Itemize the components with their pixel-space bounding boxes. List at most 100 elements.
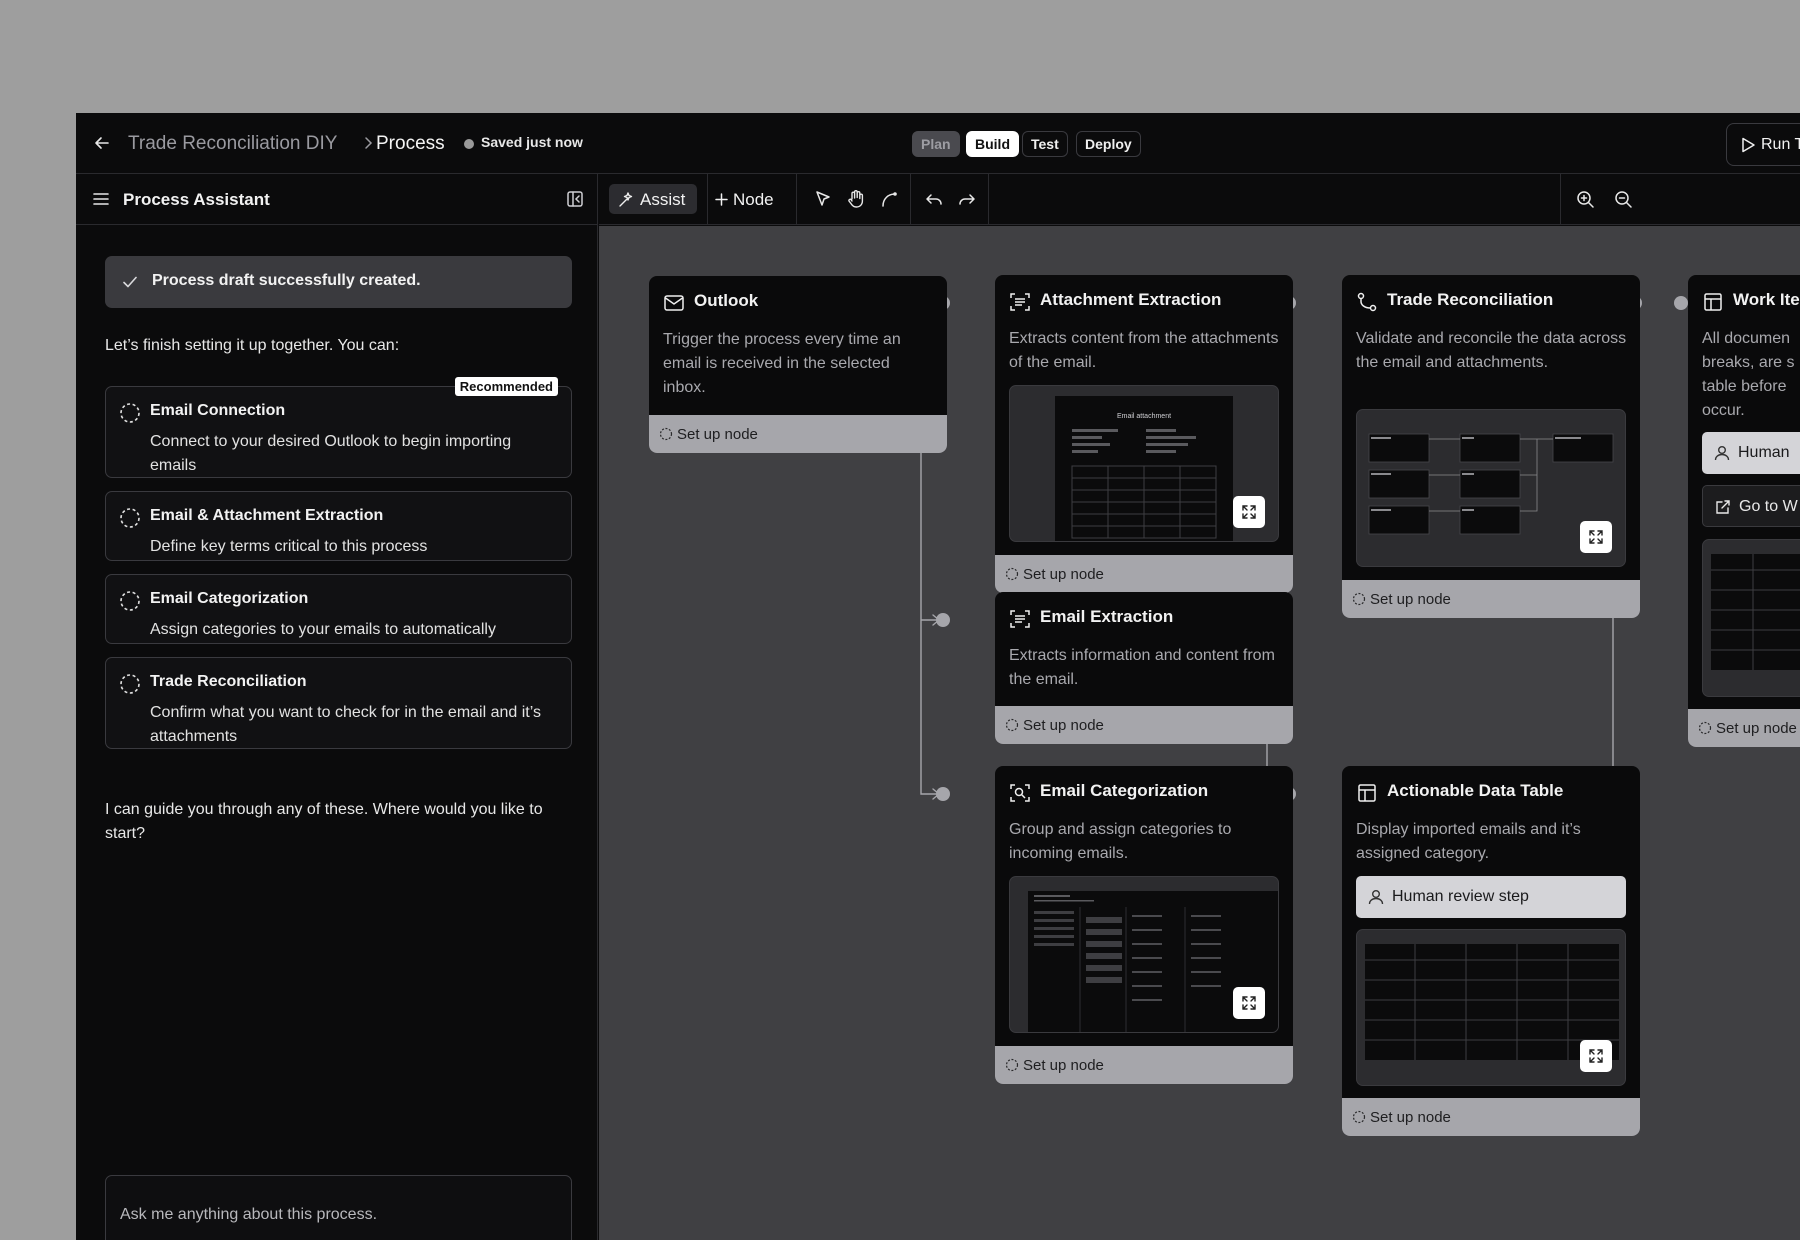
expand-preview-button[interactable] bbox=[1233, 496, 1265, 528]
top-bar: Trade Reconciliation DIY Process Saved j… bbox=[76, 113, 1800, 174]
undo-icon[interactable] bbox=[923, 188, 945, 210]
zoom-out-icon[interactable] bbox=[1612, 188, 1634, 210]
step-title: Email & Attachment Extraction bbox=[150, 507, 384, 524]
expand-preview-button[interactable] bbox=[1580, 1040, 1612, 1072]
toolbar-divider bbox=[796, 174, 797, 225]
process-assistant-panel: Process Assistant Process draft successf… bbox=[76, 174, 598, 1240]
step-description: Assign categories to your emails to auto… bbox=[150, 621, 496, 638]
pending-circle-icon bbox=[1352, 592, 1366, 606]
expand-preview-button[interactable] bbox=[1580, 521, 1612, 553]
setup-node-label: Set up node bbox=[1023, 566, 1104, 583]
zoom-in-icon[interactable] bbox=[1574, 188, 1596, 210]
flow-route-icon bbox=[1357, 292, 1377, 312]
check-icon bbox=[123, 276, 137, 288]
chat-input[interactable] bbox=[105, 1175, 572, 1240]
back-arrow-icon[interactable] bbox=[92, 133, 112, 153]
outro-text: I can guide you through any of these. Wh… bbox=[105, 801, 543, 842]
node-title: Attachment Extraction bbox=[1040, 290, 1222, 309]
workflow-canvas[interactable]: Outlook Trigger the process every time a… bbox=[599, 226, 1800, 1240]
panel-header: Process Assistant bbox=[76, 174, 597, 225]
step-title: Trade Reconciliation bbox=[150, 673, 307, 690]
node-title: Email Categorization bbox=[1040, 781, 1209, 800]
intro-text: Let’s finish setting it up together. You… bbox=[105, 337, 400, 354]
pending-circle-icon bbox=[1352, 1110, 1366, 1124]
data-table-preview bbox=[1356, 929, 1626, 1086]
go-to-workspace-link[interactable]: Go to W bbox=[1702, 485, 1800, 527]
app-window: Trade Reconciliation DIY Process Saved j… bbox=[76, 113, 1800, 1240]
breadcrumb-root[interactable]: Trade Reconciliation DIY bbox=[128, 133, 337, 155]
setup-node-button[interactable]: Set up node bbox=[1342, 1098, 1640, 1136]
collapse-panel-icon[interactable] bbox=[565, 189, 585, 209]
table-icon bbox=[1704, 293, 1722, 311]
category-scan-icon bbox=[1010, 784, 1030, 802]
sparkle-wand-icon bbox=[619, 192, 633, 207]
pointer-select-icon[interactable] bbox=[812, 188, 834, 210]
mode-deploy[interactable]: Deploy bbox=[1076, 131, 1141, 157]
mail-icon bbox=[664, 295, 684, 311]
attachment-preview: Email attachment bbox=[1009, 385, 1279, 542]
table-preview-grid bbox=[1711, 554, 1800, 670]
run-button[interactable]: Run T bbox=[1726, 123, 1800, 166]
redo-icon[interactable] bbox=[956, 188, 978, 210]
step-email-attachment-extraction[interactable]: Email & Attachment Extraction Define key… bbox=[105, 491, 572, 561]
input-port[interactable] bbox=[936, 613, 950, 627]
mode-build[interactable]: Build bbox=[966, 131, 1019, 157]
pending-circle-icon bbox=[1005, 1058, 1019, 1072]
toolbar-divider bbox=[910, 174, 911, 225]
setup-node-button[interactable]: Set up node bbox=[995, 706, 1293, 744]
node-work-item-table[interactable]: Work Ite All documen breaks, are s table… bbox=[1688, 275, 1800, 747]
node-title: Actionable Data Table bbox=[1387, 781, 1564, 800]
go-to-label: Go to W bbox=[1739, 498, 1798, 515]
node-actionable-data-table[interactable]: Actionable Data Table Display imported e… bbox=[1342, 766, 1640, 1136]
work-item-table-preview bbox=[1702, 539, 1800, 697]
add-node-button[interactable]: Node bbox=[714, 184, 784, 214]
user-icon bbox=[1714, 446, 1730, 461]
success-banner: Process draft successfully created. bbox=[105, 256, 572, 308]
node-email-extraction[interactable]: Email Extraction Extracts information an… bbox=[995, 592, 1293, 744]
setup-node-button[interactable]: Set up node bbox=[1688, 709, 1800, 747]
step-description: Confirm what you want to check for in th… bbox=[150, 704, 541, 745]
human-step-label: Human bbox=[1738, 444, 1790, 461]
node-description: All documen breaks, are s table before o… bbox=[1702, 330, 1795, 419]
pending-circle-icon bbox=[120, 403, 140, 423]
node-email-categorization[interactable]: Email Categorization Group and assign ca… bbox=[995, 766, 1293, 1084]
human-review-step[interactable]: Human bbox=[1702, 432, 1800, 474]
node-trade-reconciliation[interactable]: Trade Reconciliation Validate and reconc… bbox=[1342, 275, 1640, 618]
expand-preview-button[interactable] bbox=[1233, 987, 1265, 1019]
step-email-connection[interactable]: Recommended Email Connection Connect to … bbox=[105, 377, 572, 478]
expand-icon bbox=[1589, 530, 1603, 544]
mode-test[interactable]: Test bbox=[1022, 131, 1068, 157]
pending-circle-icon bbox=[1005, 718, 1019, 732]
pending-circle-icon bbox=[120, 508, 140, 528]
input-port[interactable] bbox=[936, 787, 950, 801]
step-trade-reconciliation[interactable]: Trade Reconciliation Confirm what you wa… bbox=[105, 657, 572, 749]
node-attachment-extraction[interactable]: Attachment Extraction Extracts content f… bbox=[995, 275, 1293, 593]
human-review-step[interactable]: Human review step bbox=[1356, 876, 1626, 918]
setup-node-label: Set up node bbox=[1023, 717, 1104, 734]
setup-node-button[interactable]: Set up node bbox=[1342, 580, 1640, 618]
connector-curve-icon[interactable] bbox=[878, 188, 900, 210]
play-icon bbox=[1742, 137, 1755, 153]
human-step-label: Human review step bbox=[1392, 888, 1529, 905]
setup-node-label: Set up node bbox=[677, 426, 758, 443]
mode-plan[interactable]: Plan bbox=[912, 131, 960, 157]
menu-icon[interactable] bbox=[92, 190, 110, 208]
node-outlook[interactable]: Outlook Trigger the process every time a… bbox=[649, 276, 947, 453]
document-scan-icon bbox=[1010, 610, 1030, 628]
hand-pan-icon[interactable] bbox=[845, 188, 867, 210]
pending-circle-icon bbox=[120, 674, 140, 694]
setup-node-button[interactable]: Set up node bbox=[995, 1046, 1293, 1084]
setup-node-button[interactable]: Set up node bbox=[995, 555, 1293, 593]
saved-status-dot bbox=[464, 139, 474, 149]
setup-node-button[interactable]: Set up node bbox=[649, 415, 947, 453]
toolbar-divider bbox=[1560, 174, 1561, 225]
panel-title: Process Assistant bbox=[123, 190, 270, 209]
input-port[interactable] bbox=[1674, 296, 1688, 310]
node-title: Outlook bbox=[694, 291, 759, 310]
assist-button[interactable]: Assist bbox=[609, 184, 697, 214]
step-title: Email Connection bbox=[150, 402, 286, 419]
success-message: Process draft successfully created. bbox=[152, 272, 421, 289]
step-email-categorization[interactable]: Email Categorization Assign categories t… bbox=[105, 574, 572, 644]
node-title: Work Ite bbox=[1733, 290, 1800, 309]
breadcrumb-current: Process bbox=[376, 133, 445, 154]
